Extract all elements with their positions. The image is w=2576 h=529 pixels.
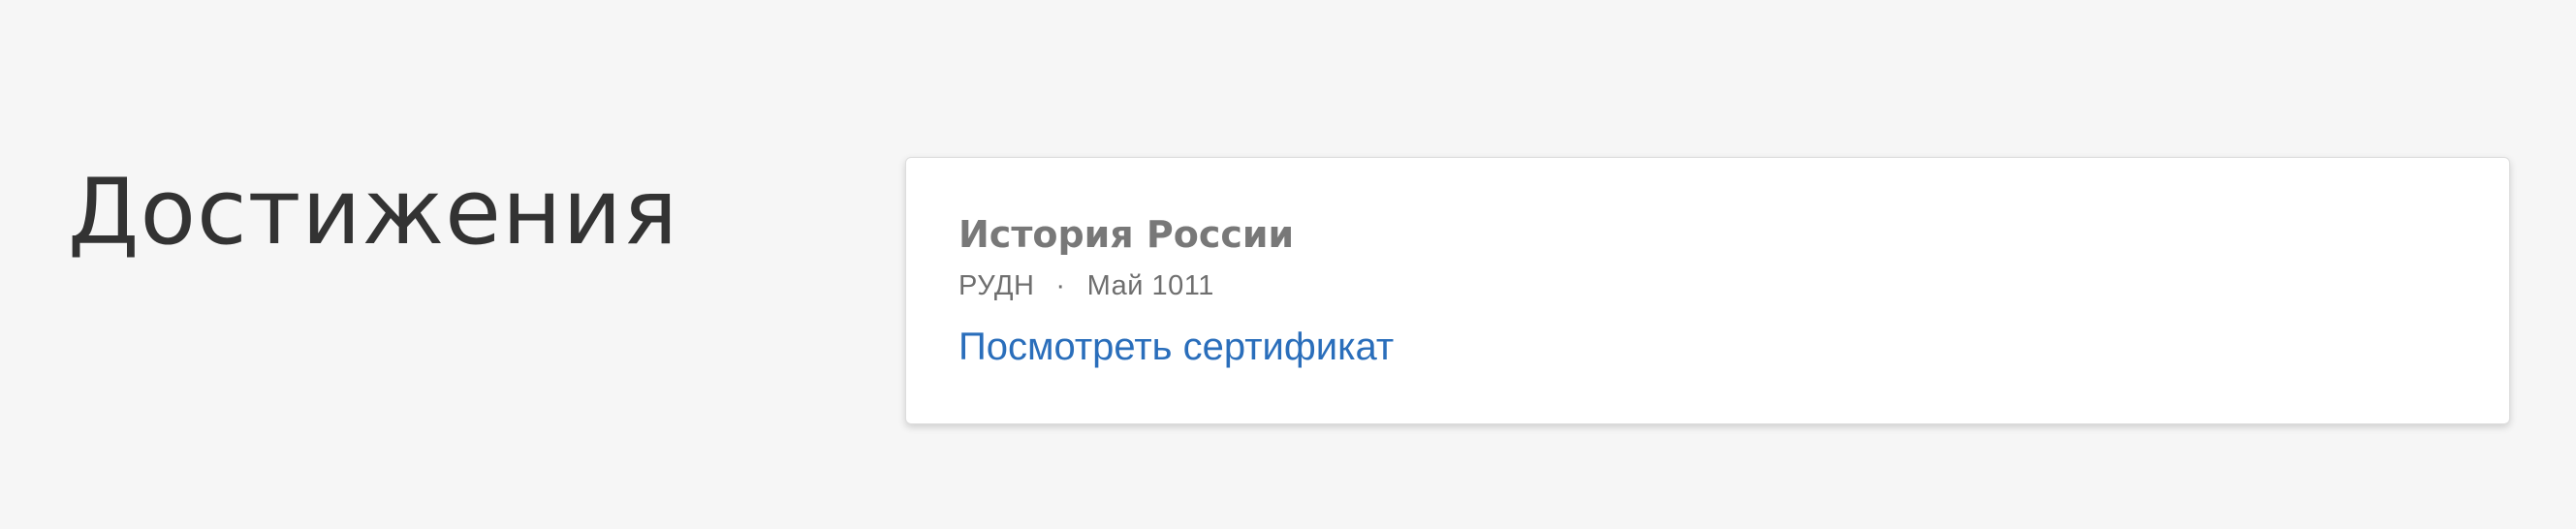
achievement-issuer: РУДН <box>958 270 1035 301</box>
achievement-card: История России РУДН · Май 1011 Посмотреть … <box>905 157 2510 424</box>
achievement-title: История России <box>958 213 1295 256</box>
section-title: Достижения <box>68 160 679 265</box>
achievement-date: Май 1011 <box>1086 270 1214 301</box>
achievement-meta: РУДН · Май 1011 <box>958 266 1214 305</box>
view-certificate-link[interactable]: Посмотреть сертификат <box>958 321 1394 373</box>
meta-separator: · <box>1055 270 1066 301</box>
